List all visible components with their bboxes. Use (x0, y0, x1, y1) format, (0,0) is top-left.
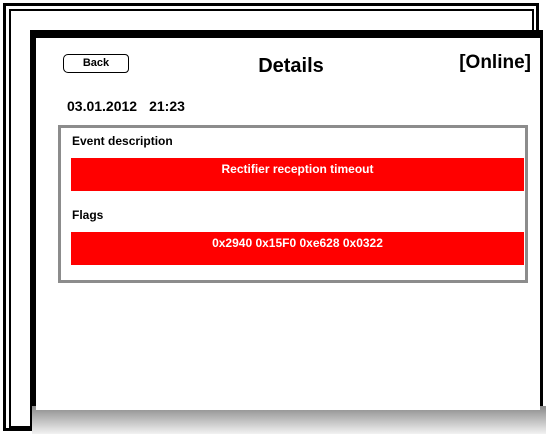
event-date: 03.01.2012 (67, 98, 138, 114)
event-details-box: Event description Rectifier reception ti… (58, 125, 528, 283)
event-time: 21:23 (149, 98, 185, 114)
flags-value: 0x2940 0x15F0 0xe628 0x0322 (71, 232, 524, 265)
connection-status: [Online] (459, 52, 531, 73)
event-timestamp: 03.01.2012 21:23 (67, 98, 185, 114)
details-screen: Back Details [Online] 03.01.2012 21:23 Ev… (36, 38, 540, 410)
back-button[interactable]: Back (63, 54, 129, 73)
event-description-value: Rectifier reception timeout (71, 158, 524, 191)
event-description-label: Event description (72, 134, 173, 148)
panel-shadow (32, 406, 546, 434)
flags-label: Flags (72, 208, 104, 222)
page-title: Details (258, 55, 324, 77)
